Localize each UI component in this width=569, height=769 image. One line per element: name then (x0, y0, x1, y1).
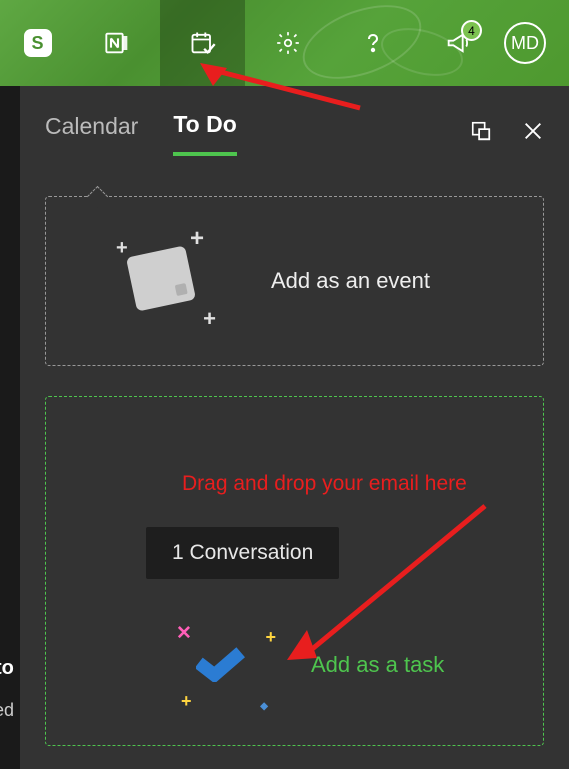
gear-icon (275, 30, 301, 56)
popout-icon (470, 120, 492, 142)
task-illustration: ✕ + + ◆ (176, 622, 286, 712)
event-illustration: + + + (111, 229, 216, 334)
sparkle-icon: + (116, 237, 128, 260)
calendar-icon (126, 245, 196, 311)
todo-check-icon (196, 647, 246, 682)
sparkle-icon: + (203, 306, 216, 332)
my-day-panel: Calendar To Do + + + Add as (20, 86, 569, 769)
announcements-button[interactable]: 4 (415, 0, 500, 86)
left-text-1: to (0, 657, 14, 680)
tab-todo[interactable]: To Do (173, 111, 236, 156)
close-icon (522, 120, 544, 142)
event-zone-label: Add as an event (271, 268, 430, 294)
onenote-icon (104, 29, 132, 57)
avatar-initials: MD (511, 33, 539, 54)
popout-button[interactable] (470, 120, 492, 147)
skype-button[interactable]: S (0, 0, 75, 86)
conversation-chip[interactable]: 1 Conversation (146, 527, 339, 579)
help-button[interactable] (330, 0, 415, 86)
question-icon (361, 28, 385, 58)
user-avatar[interactable]: MD (504, 22, 546, 64)
notification-badge: 4 (461, 20, 482, 41)
tasks-calendar-button[interactable] (160, 0, 245, 86)
settings-button[interactable] (245, 0, 330, 86)
annotation-text: Drag and drop your email here (182, 472, 467, 496)
sparkle-icon: ◆ (260, 701, 268, 712)
notification-count: 4 (468, 24, 475, 38)
sparkle-icon: + (265, 627, 276, 648)
close-button[interactable] (522, 120, 544, 147)
task-zone-label: Add as a task (311, 652, 444, 678)
calendar-check-icon (189, 29, 217, 57)
app-header: S (0, 0, 569, 86)
sparkle-icon: ✕ (176, 622, 192, 645)
sparkle-icon: + (190, 225, 204, 253)
panel-actions (470, 120, 544, 147)
add-task-dropzone[interactable]: 1 Conversation ✕ + + ◆ Add as a task (45, 396, 544, 746)
header-apps: S (0, 0, 500, 86)
sparkle-icon: + (181, 691, 192, 712)
skype-letter: S (31, 33, 43, 54)
add-event-dropzone[interactable]: + + + Add as an event (45, 196, 544, 366)
left-text-2: ed (0, 700, 14, 721)
onenote-button[interactable] (75, 0, 160, 86)
skype-icon: S (24, 29, 52, 57)
panel-header: Calendar To Do (45, 111, 544, 156)
tab-calendar[interactable]: Calendar (45, 113, 138, 154)
